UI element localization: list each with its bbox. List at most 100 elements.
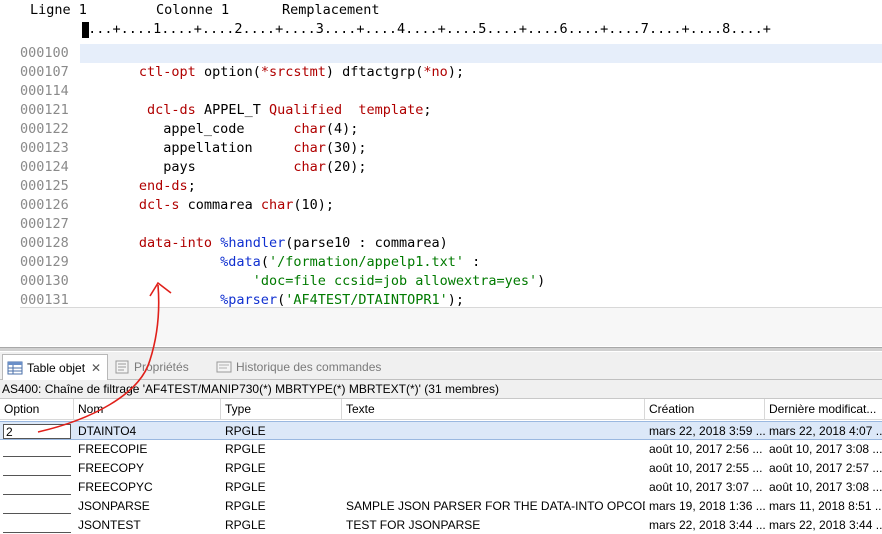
panel-sash[interactable] [0,347,882,351]
line-number: 000121 [20,102,69,118]
table-icon [7,361,23,375]
code-line[interactable]: 000107 ctl-opt option(*srcstmt) dftactgr… [20,63,882,82]
tab-table-objet[interactable]: Table objet ✕ [2,354,109,380]
cell-nom: JSONPARSE [78,499,150,513]
ruler-cursor [82,22,89,38]
cell-nom: FREECOPY [78,461,145,475]
cell-nom: FREECOPYC [78,480,153,494]
code-text[interactable]: end-ds; [80,177,882,196]
cell-type: RPGLE [225,461,266,475]
tab-table-objet-label: Table objet [27,360,86,375]
code-line[interactable]: 000122 appel_code char(4); [20,120,882,139]
column-header-creation[interactable]: Création [645,399,765,420]
option-input[interactable] [3,461,71,476]
code-line[interactable]: 000121 dcl-ds APPEL_T Qualified template… [20,101,882,120]
code-line[interactable]: 000114 [20,82,882,101]
code-text[interactable]: %data('/formation/appelp1.txt' : [80,253,882,272]
line-number: 000131 [20,292,69,307]
code-text[interactable] [80,215,882,234]
table-row[interactable]: 2 DTAINTO4 RPGLE mars 22, 2018 3:59 ... mars… [0,421,882,440]
close-icon[interactable]: ✕ [91,361,101,375]
cell-creation: mars 22, 2018 3:44 ... [649,518,765,532]
cell-modif: mars 22, 2018 4:07 ... [769,424,882,438]
line-number: 000122 [20,121,69,137]
option-input[interactable] [3,442,71,457]
code-text[interactable]: dcl-s commarea char(10); [80,196,882,215]
filter-description: AS400: Chaîne de filtrage 'AF4TEST/MANIP… [0,380,882,398]
code-text[interactable] [80,82,882,101]
code-text[interactable]: dcl-ds APPEL_T Qualified template; [80,101,882,120]
line-number: 000114 [20,83,69,99]
code-text[interactable]: ctl-opt option(*srcstmt) dftactgrp(*no); [80,63,882,82]
tab-proprietes[interactable]: Propriétés [110,355,195,379]
code-text[interactable]: pays char(20); [80,158,882,177]
option-input[interactable]: 2 [3,424,71,439]
cell-texte: TEST FOR JSONPARSE [346,518,481,532]
cell-type: RPGLE [225,424,266,438]
cell-modif: août 10, 2017 3:08 ... [769,480,882,494]
tab-historique[interactable]: Historique des commandes [212,355,387,379]
code-text[interactable]: 'doc=file ccsid=job allowextra=yes') [80,272,882,291]
column-header-modification[interactable]: Dernière modificat... [765,399,882,420]
cell-texte [342,422,645,441]
editor-gutter [0,40,20,347]
column-header-option[interactable]: Option [0,399,74,420]
source-editor[interactable]: 000100 000107 ctl-opt option(*srcstmt) df… [20,40,882,307]
line-number: 000128 [20,235,69,251]
line-number: 000125 [20,178,69,194]
code-line[interactable]: 000127 [20,215,882,234]
option-input[interactable] [3,480,71,495]
cell-texte [342,440,645,459]
table-row[interactable]: JSONTEST RPGLE TEST FOR JSONPARSE mars 22, … [0,516,882,534]
table-row[interactable]: FREECOPIE RPGLE août 10, 2017 2:56 ... août… [0,440,882,459]
code-text[interactable]: data-into %handler(parse10 : commarea) [80,234,882,253]
cell-creation: mars 19, 2018 1:36 ... [649,499,765,513]
column-ruler: ....+....1....+....2....+....3....+....4… [80,21,771,37]
line-number: 000123 [20,140,69,156]
column-header-type[interactable]: Type [221,399,342,420]
cell-creation: août 10, 2017 2:55 ... [649,461,763,475]
code-line[interactable]: 000123 appellation char(30); [20,139,882,158]
cell-type: RPGLE [225,499,266,513]
cell-nom: DTAINTO4 [78,424,137,438]
tab-proprietes-label: Propriétés [134,360,189,374]
table-header: Option Nom Type Texte Création Dernière … [0,398,882,420]
cell-creation: août 10, 2017 3:07 ... [649,480,763,494]
code-line[interactable]: 000130 'doc=file ccsid=job allowextra=ye… [20,272,882,291]
editor-status-line: Ligne 1 Colonne 1 Remplacement [0,0,882,20]
line-number: 000130 [20,273,69,289]
view-tab-bar: Table objet ✕ Propriétés Historique des … [0,352,882,380]
cell-type: RPGLE [225,480,266,494]
column-header-texte[interactable]: Texte [342,399,645,420]
code-text[interactable] [80,44,882,63]
cell-creation: mars 22, 2018 3:59 ... [649,424,765,438]
table-row[interactable]: FREECOPYC RPGLE août 10, 2017 3:07 ... août… [0,478,882,497]
option-input[interactable] [3,499,71,514]
cell-texte: SAMPLE JSON PARSER FOR THE DATA-INTO OPC… [346,499,645,513]
column-header-nom[interactable]: Nom [74,399,221,420]
cell-modif: août 10, 2017 3:08 ... [769,442,882,456]
line-number: 000107 [20,64,69,80]
editor-footer [20,308,882,346]
table-row[interactable]: JSONPARSE RPGLE SAMPLE JSON PARSER FOR THE… [0,497,882,516]
history-icon [216,360,232,374]
tab-historique-label: Historique des commandes [236,360,382,374]
code-line[interactable]: 000129 %data('/formation/appelp1.txt' : [20,253,882,272]
status-line-number: Ligne 1 [30,2,87,18]
cell-texte [342,459,645,478]
code-line[interactable]: 000131 %parser('AF4TEST/DTAINTOPR1'); [20,291,882,307]
status-edit-mode: Remplacement [282,2,380,18]
code-line[interactable]: 000125 end-ds; [20,177,882,196]
cell-type: RPGLE [225,518,266,532]
cell-nom: FREECOPIE [78,442,148,456]
code-line[interactable]: 000100 [20,44,882,63]
option-input[interactable] [3,518,71,533]
code-line[interactable]: 000126 dcl-s commarea char(10); [20,196,882,215]
code-text[interactable]: %parser('AF4TEST/DTAINTOPR1'); [80,291,882,307]
code-line[interactable]: 000124 pays char(20); [20,158,882,177]
code-text[interactable]: appel_code char(4); [80,120,882,139]
table-row[interactable]: FREECOPY RPGLE août 10, 2017 2:55 ... août … [0,459,882,478]
code-text[interactable]: appellation char(30); [80,139,882,158]
code-line[interactable]: 000128 data-into %handler(parse10 : comm… [20,234,882,253]
cell-modif: mars 22, 2018 3:44 ... [769,518,882,532]
